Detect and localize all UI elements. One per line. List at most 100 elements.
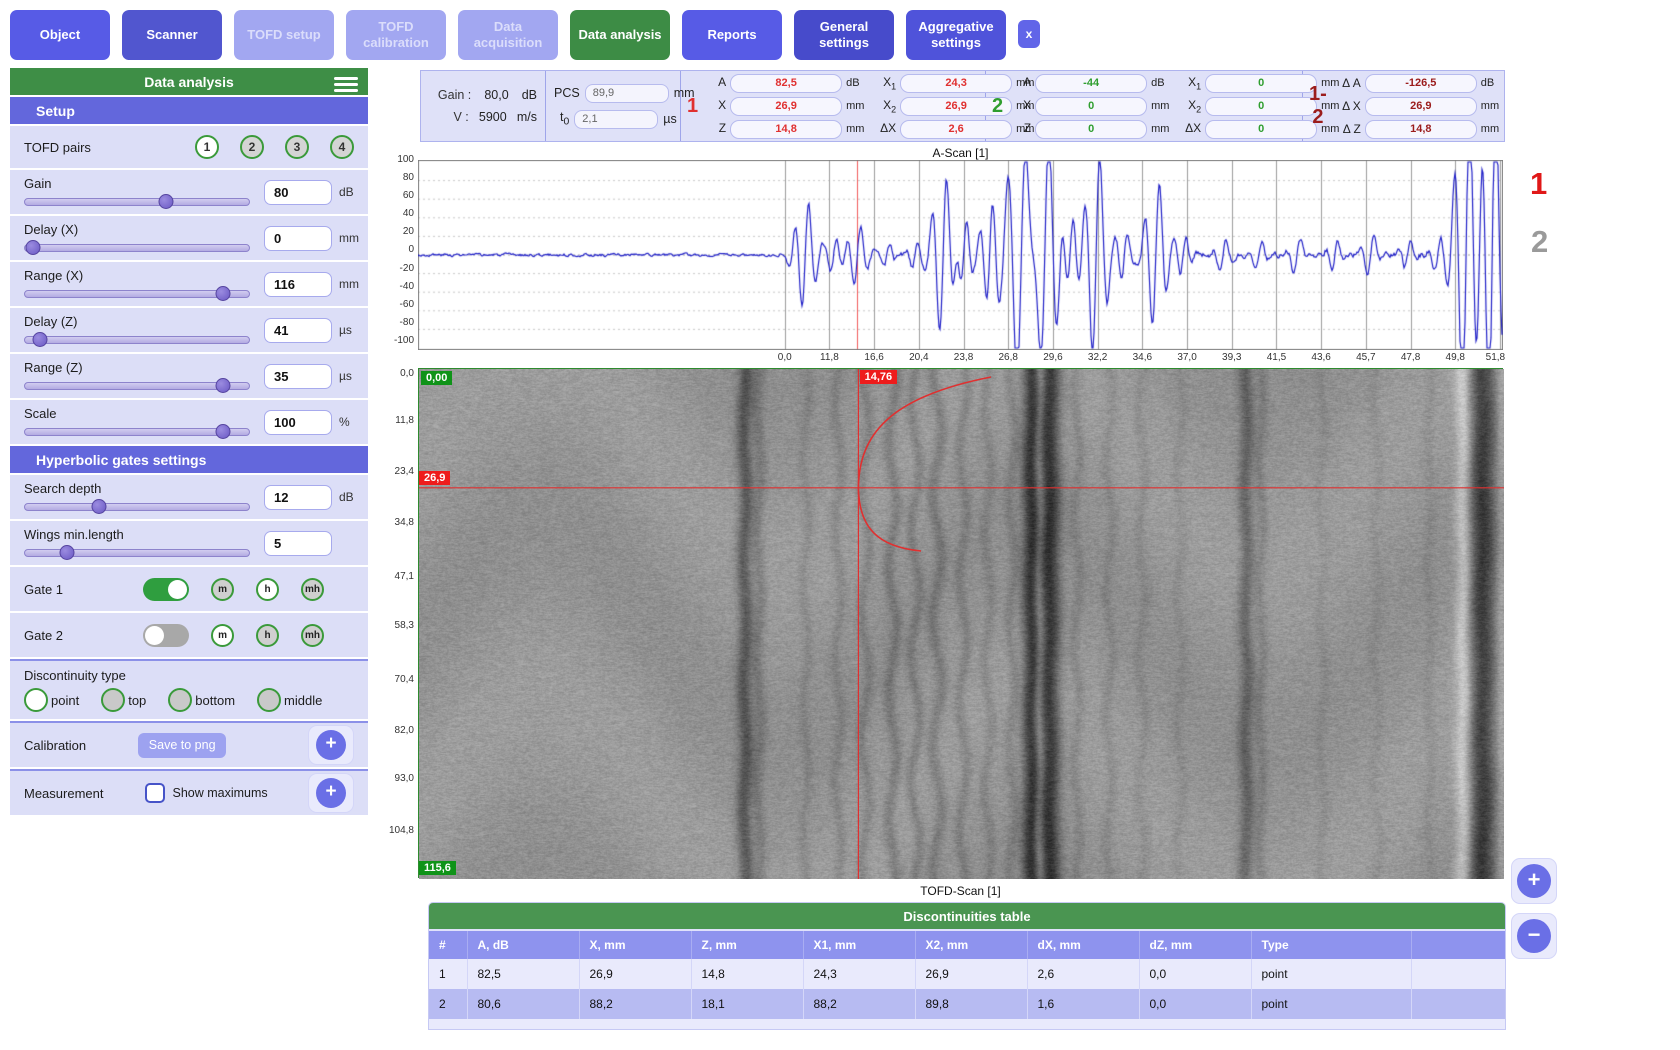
search-depth-label: Search depth (24, 481, 250, 496)
delay-z-input[interactable] (264, 318, 332, 343)
range-x-slider[interactable] (24, 286, 250, 301)
add-discontinuity-button[interactable]: + (1517, 864, 1551, 898)
add-measurement-container: + (308, 773, 354, 813)
remove-discontinuity-button[interactable]: − (1517, 919, 1551, 953)
gate-2-toggle[interactable] (143, 624, 189, 647)
discontinuity-type-label: Discontinuity type (24, 668, 126, 683)
scale-slider[interactable] (24, 424, 250, 439)
gate-1-mh-button[interactable]: mh (301, 578, 324, 601)
velocity-unit: m/s (517, 110, 537, 124)
tab-scanner[interactable]: Scanner (122, 10, 222, 60)
pcs-input[interactable] (585, 84, 669, 103)
table-header-row: #A, dB X, mmZ, mm X1, mmX2, mm dX, mmdZ,… (429, 930, 1505, 959)
p2-z-value: 0 (1035, 120, 1147, 139)
disc-middle-radio[interactable] (257, 688, 281, 712)
delay-x-input[interactable] (264, 226, 332, 251)
delay-z-slider[interactable] (24, 332, 250, 347)
gate-2-h-button[interactable]: h (256, 624, 279, 647)
scale-input[interactable] (264, 410, 332, 435)
range-x-input[interactable] (264, 272, 332, 297)
gate-1-m-button[interactable]: m (211, 578, 234, 601)
range-z-label: Range (Z) (24, 360, 250, 375)
scale-label: Scale (24, 406, 250, 421)
discontinuity-type-row: Discontinuity type point top bottom midd… (10, 659, 368, 719)
search-depth-slider[interactable] (24, 499, 250, 514)
gate-2-m-button[interactable]: m (211, 624, 234, 647)
wings-min-length-slider[interactable] (24, 545, 250, 560)
search-depth-unit: dB (339, 490, 354, 504)
add-calibration-container: + (308, 725, 354, 765)
data-analysis-panel: Data analysis Setup TOFD pairs 1 2 3 4 G… (10, 68, 368, 815)
gain-velocity-section: Gain : 80,0 dB V : 5900 m/s (421, 71, 546, 141)
pair-1-marker[interactable]: 1 (1530, 166, 1547, 202)
calibration-row: Calibration Save to png + (10, 721, 368, 767)
range-x-label: Range (X) (24, 268, 250, 283)
measurement-label: Measurement (24, 786, 103, 801)
gain-readout-value: 80,0 (477, 88, 515, 102)
p2-x2-value: 0 (1205, 97, 1317, 116)
ascan-x-axis: 0,0 11,8 16,6 20,4 23,8 26,8 29,6 32,2 3… (418, 352, 1503, 365)
panel-1-2-id: 1-2 (1309, 83, 1327, 129)
pair-2-marker[interactable]: 2 (1531, 224, 1548, 260)
tab-general-settings[interactable]: General settings (794, 10, 894, 60)
show-maximums-checkbox[interactable] (145, 783, 165, 803)
p1-x-value: 26,9 (730, 97, 842, 116)
pcs-t0-section: PCS mm t0 µs (546, 71, 681, 141)
gate-2-mh-button[interactable]: mh (301, 624, 324, 647)
range-z-row: Range (Z) µs (10, 354, 368, 398)
add-calibration-button[interactable]: + (316, 730, 346, 760)
gates-section-header: Hyperbolic gates settings (10, 446, 368, 473)
disc-point-radio[interactable] (24, 688, 48, 712)
range-x-row: Range (X) mm (10, 262, 368, 306)
disc-bottom-radio[interactable] (168, 688, 192, 712)
gain-input[interactable] (264, 180, 332, 205)
tab-object[interactable]: Object (10, 10, 110, 60)
delay-x-slider[interactable] (24, 240, 250, 255)
show-maximums-label: Show maximums (172, 786, 267, 800)
tofd-pair-3-button[interactable]: 3 (285, 135, 309, 159)
add-measurement-button[interactable]: + (316, 778, 346, 808)
ascan-plot[interactable] (418, 160, 1503, 350)
range-z-slider[interactable] (24, 378, 250, 393)
range-z-input[interactable] (264, 364, 332, 389)
disc-top-radio[interactable] (101, 688, 125, 712)
search-depth-input[interactable] (264, 485, 332, 510)
measurement-panel-1: 1 A82,5dB X26,9mm Z14,8mm X124,3mm X226,… (681, 71, 986, 141)
delay-x-unit: mm (339, 231, 359, 245)
tofd-scan-image[interactable]: 0,00 115,6 14,76 26,9 (418, 368, 1503, 878)
tab-tofd-calibration[interactable]: TOFD calibration (346, 10, 446, 60)
tab-aggregative-settings[interactable]: Aggregative settings (906, 10, 1006, 60)
tofd-pair-1-button[interactable]: 1 (195, 135, 219, 159)
menu-icon[interactable] (334, 74, 358, 95)
tab-data-analysis[interactable]: Data analysis (570, 10, 670, 60)
gain-readout-label: Gain : (429, 88, 471, 102)
tab-tofd-setup[interactable]: TOFD setup (234, 10, 334, 60)
tab-data-acquisition[interactable]: Data acquisition (458, 10, 558, 60)
panel-header: Data analysis (10, 68, 368, 95)
tab-reports[interactable]: Reports (682, 10, 782, 60)
p2-x-value: 0 (1035, 97, 1147, 116)
save-to-png-button[interactable]: Save to png (138, 733, 226, 758)
tofd-pair-2-button[interactable]: 2 (240, 135, 264, 159)
measurement-panel-1-2: 1-2 Δ A-126,5dB Δ X26,9mm Δ Z14,8mm (1303, 71, 1505, 141)
delay-x-label: Delay (X) (24, 222, 250, 237)
tofd-depth-axis: 0,0 11,8 23,4 34,8 47,1 58,3 70,4 82,0 9… (386, 368, 414, 878)
measurement-panel-2: 2 A-44dB X0mm Z0mm X10mm X20mm ΔX0mm (986, 71, 1303, 141)
table-row[interactable]: 280,6 88,218,1 88,289,8 1,60,0 point (429, 989, 1505, 1019)
close-button[interactable]: x (1018, 20, 1040, 48)
gain-slider[interactable] (24, 194, 250, 209)
tofd-analysis-app: Object Scanner TOFD setup TOFD calibrati… (0, 0, 1680, 1050)
wings-min-length-input[interactable] (264, 531, 332, 556)
gate-1-h-button[interactable]: h (256, 578, 279, 601)
tofd-pair-4-button[interactable]: 4 (330, 135, 354, 159)
discontinuities-table: Discontinuities table #A, dB X, mmZ, mm … (428, 902, 1506, 1030)
gate-2-label: Gate 2 (24, 628, 63, 643)
gate-1-toggle[interactable] (143, 578, 189, 601)
p12-dz-value: 14,8 (1365, 120, 1477, 139)
tofd-cursor-depth-label: 14,76 (860, 370, 898, 384)
table-row[interactable]: 182,5 26,914,8 24,326,9 2,60,0 point (429, 959, 1505, 989)
gate-1-row: Gate 1 m h mh (10, 567, 368, 611)
tofd-bottom-label: 115,6 (419, 861, 456, 875)
t0-input[interactable] (574, 110, 658, 129)
wings-min-length-label: Wings min.length (24, 527, 250, 542)
